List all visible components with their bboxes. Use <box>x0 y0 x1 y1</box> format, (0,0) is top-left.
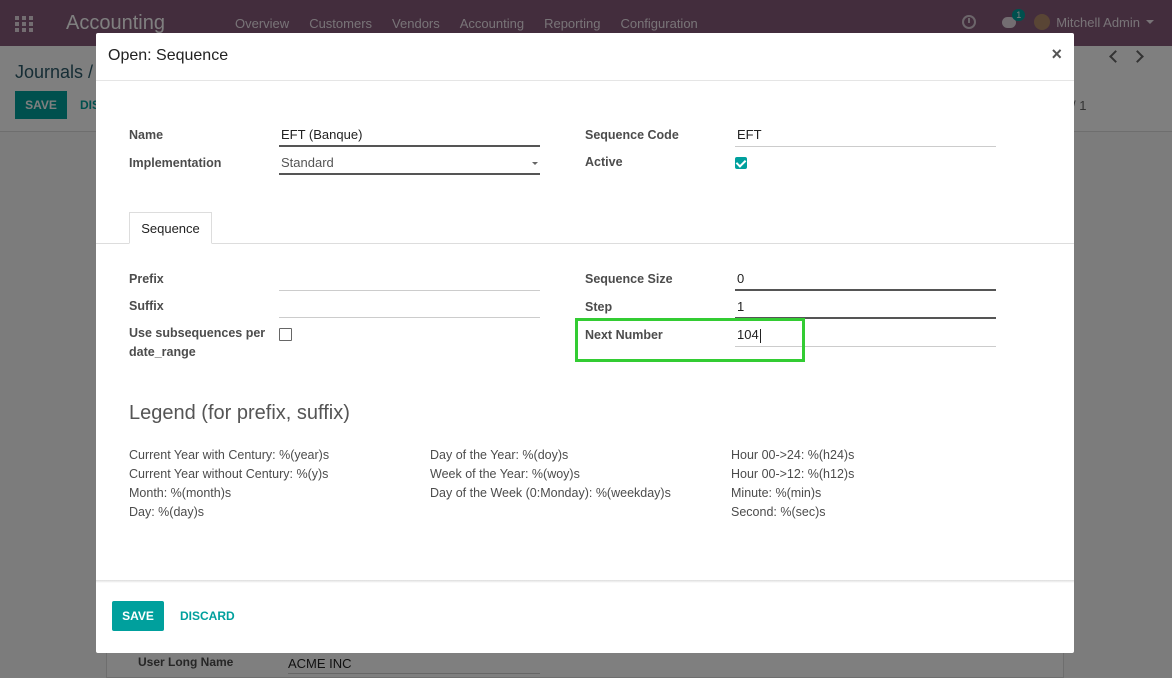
legend-item: Day: %(day)s <box>129 505 205 519</box>
dialog-title: Open: Sequence <box>108 47 229 64</box>
prefix-label: Prefix <box>129 272 164 286</box>
legend-item: Hour 00->24: %(h24)s <box>731 448 855 462</box>
legend-item: Current Year with Century: %(year)s <box>129 448 330 462</box>
dialog-header: Open: Sequence × <box>96 33 1074 81</box>
legend-item: Second: %(sec)s <box>731 505 826 519</box>
save-button[interactable]: SAVE <box>112 601 164 631</box>
active-checkbox[interactable] <box>735 157 747 169</box>
dialog-footer: SAVE DISCARD <box>96 580 1074 653</box>
sequence-code-field[interactable]: EFT <box>735 125 996 147</box>
legend-title: Legend (for prefix, suffix) <box>129 402 350 424</box>
implementation-label: Implementation <box>129 156 222 170</box>
tab-sequence[interactable]: Sequence <box>129 212 212 244</box>
legend-item: Month: %(month)s <box>129 486 232 500</box>
use-subsequences-label: Use subsequences per date_range <box>129 324 265 361</box>
dropdown-caret-icon <box>532 162 538 165</box>
active-label: Active <box>585 155 623 169</box>
step-label: Step <box>585 300 613 314</box>
discard-button[interactable]: DISCARD <box>180 609 235 623</box>
name-label: Name <box>129 128 164 142</box>
sequence-code-label: Sequence Code <box>585 128 679 142</box>
sequence-size-label: Sequence Size <box>585 272 673 286</box>
close-icon[interactable]: × <box>1051 44 1062 65</box>
legend-item: Week of the Year: %(woy)s <box>430 467 580 481</box>
next-number-highlight-box <box>575 318 805 362</box>
legend-column-3: Hour 00->24: %(h24)s Hour 00->12: %(h12)… <box>731 446 854 522</box>
legend-item: Current Year without Century: %(y)s <box>129 467 329 481</box>
implementation-select[interactable]: Standard <box>279 153 540 175</box>
use-subsequences-label-line1: Use subsequences per <box>129 326 266 340</box>
implementation-value: Standard <box>281 155 334 170</box>
sequence-size-field[interactable]: 0 <box>735 269 996 291</box>
step-field[interactable]: 1 <box>735 297 996 319</box>
prefix-field[interactable] <box>279 269 540 291</box>
tab-divider <box>96 243 1074 244</box>
suffix-field[interactable] <box>279 296 540 318</box>
sequence-dialog: Open: Sequence × Name EFT (Banque) Imple… <box>96 33 1074 653</box>
use-subsequences-checkbox[interactable] <box>279 328 292 341</box>
legend-item: Minute: %(min)s <box>731 486 822 500</box>
use-subsequences-label-line2: date_range <box>129 345 196 359</box>
suffix-label: Suffix <box>129 299 164 313</box>
legend-column-2: Day of the Year: %(doy)s Week of the Yea… <box>430 446 671 503</box>
legend-item: Day of the Week (0:Monday): %(weekday)s <box>430 486 671 500</box>
legend-item: Day of the Year: %(doy)s <box>430 448 569 462</box>
name-field[interactable]: EFT (Banque) <box>279 125 540 147</box>
legend-column-1: Current Year with Century: %(year)s Curr… <box>129 446 329 522</box>
dialog-body: Name EFT (Banque) Implementation Standar… <box>96 82 1074 582</box>
legend-item: Hour 00->12: %(h12)s <box>731 467 855 481</box>
